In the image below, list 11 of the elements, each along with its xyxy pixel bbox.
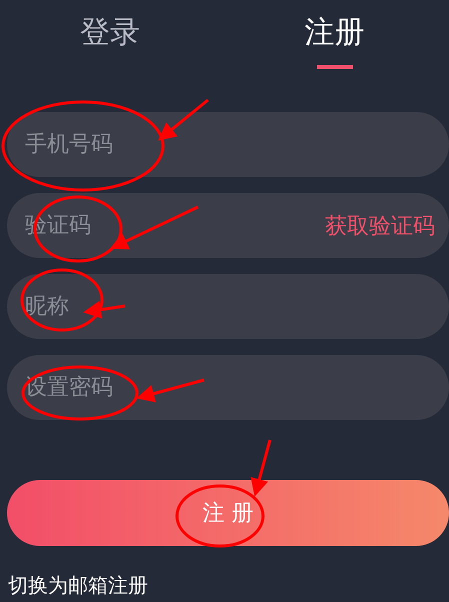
input-field[interactable]: 手机号码 — [7, 112, 449, 177]
tab[interactable]: 登录 — [0, 12, 220, 70]
input-field[interactable]: 昵称 — [7, 274, 449, 339]
email-register-link[interactable]: 切换为邮箱注册 — [8, 572, 148, 599]
annotation-arrow — [136, 378, 204, 402]
annotation-arrow — [250, 440, 272, 497]
annotation-arrow — [83, 300, 126, 319]
annotation-arrow — [158, 98, 209, 141]
input-field[interactable]: 昵称 — [25, 294, 449, 319]
tab[interactable]: 注册 — [220, 12, 449, 70]
input-field[interactable]: 手机号码 — [25, 132, 449, 157]
